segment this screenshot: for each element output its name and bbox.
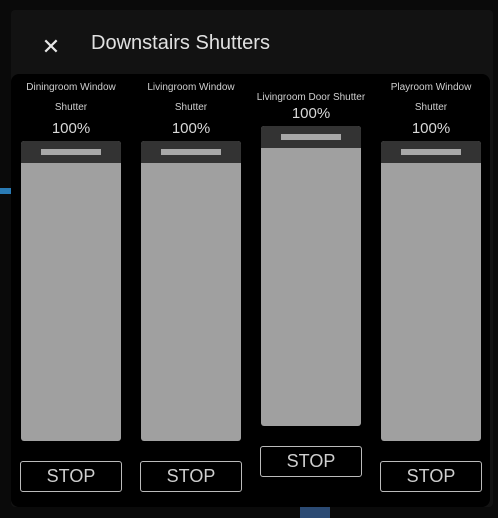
dialog-title: Downstairs Shutters [91,32,270,54]
slider-handle[interactable] [161,149,221,155]
shutter-column: Playroom Window Shutter 100% STOP [371,78,491,492]
shutter-column: Diningroom Window Shutter 100% STOP [11,78,131,492]
slider-handle[interactable] [41,149,101,155]
shutter-position: 100% [411,120,451,137]
close-icon[interactable]: ✕ [40,36,62,58]
shutter-slider[interactable] [141,141,241,441]
slider-handle[interactable] [281,134,341,140]
slider-handle[interactable] [401,149,461,155]
stop-button[interactable]: STOP [380,461,482,492]
shutter-slider[interactable] [381,141,481,441]
shutter-column: Livingroom Window Shutter 100% STOP [131,78,251,492]
background-accent [0,188,11,194]
shutter-position: 100% [171,120,211,137]
stop-button[interactable]: STOP [260,446,362,477]
shutter-name: Diningroom Window Shutter [26,82,116,113]
stop-button[interactable]: STOP [140,461,242,492]
shutter-position: 100% [51,120,91,137]
shutter-slider[interactable] [21,141,121,441]
shutters-dialog: ✕ Downstairs Shutters Diningroom Window … [11,10,493,507]
shutter-column: Livingroom Door Shutter 100% STOP [251,78,371,477]
shutter-name: Playroom Window Shutter [390,82,472,113]
background-accent [300,507,330,518]
shutter-slider[interactable] [261,126,361,426]
stop-button[interactable]: STOP [20,461,122,492]
shutter-name: Livingroom Window Shutter [147,82,235,113]
shutters-card: Diningroom Window Shutter 100% STOP Livi… [11,74,490,507]
